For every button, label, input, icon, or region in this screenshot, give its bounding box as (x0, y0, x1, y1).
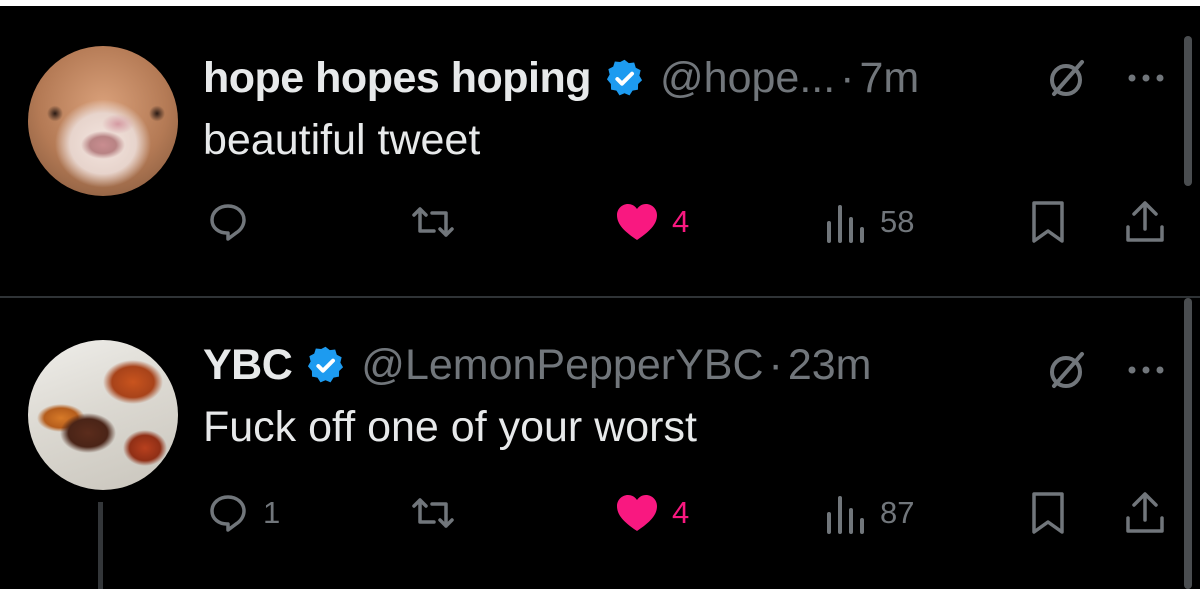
tweet-text: Fuck off one of your worst (203, 403, 697, 451)
heart-icon (617, 204, 657, 240)
retweet-button[interactable] (410, 483, 468, 543)
reply-button[interactable] (205, 192, 263, 252)
like-count: 4 (672, 495, 690, 530)
separator-dot: · (840, 53, 855, 102)
tweet-header: YBC @LemonPepperYBC · 23m (203, 335, 871, 395)
views-count: 58 (880, 204, 915, 239)
views-button[interactable]: 87 (822, 483, 914, 543)
timestamp[interactable]: 7m (860, 54, 920, 103)
avatar[interactable] (28, 46, 178, 196)
heart-icon (617, 495, 657, 531)
like-button[interactable]: 4 (614, 192, 689, 252)
verified-badge-icon (606, 59, 643, 95)
bookmark-button[interactable] (1025, 483, 1071, 543)
separator-dot: · (768, 340, 783, 389)
like-button[interactable]: 4 (614, 483, 689, 543)
tweet-header: hope hopes hoping @hope... · 7m (203, 48, 919, 108)
views-button[interactable]: 58 (822, 192, 914, 252)
timeline: hope hopes hoping @hope... · 7m beautifu… (0, 6, 1200, 589)
share-icon (1126, 492, 1164, 533)
grok-icon[interactable] (1044, 346, 1092, 394)
display-name[interactable]: YBC (203, 341, 293, 390)
verified-badge-icon (308, 346, 344, 382)
share-icon (1126, 201, 1164, 242)
share-button[interactable] (1122, 483, 1168, 543)
display-name[interactable]: hope hopes hoping (203, 54, 592, 103)
reply-icon (210, 204, 246, 241)
like-count: 4 (672, 204, 690, 239)
scrollbar[interactable] (1184, 298, 1192, 589)
avatar[interactable] (28, 340, 178, 490)
views-icon (827, 496, 864, 534)
scrollbar[interactable] (1184, 36, 1192, 186)
share-button[interactable] (1122, 192, 1168, 252)
bookmark-icon (1032, 201, 1064, 243)
reply-button[interactable]: 1 (205, 483, 280, 543)
user-handle[interactable]: @hope... (660, 54, 835, 103)
retweet-icon (412, 498, 454, 528)
retweet-icon (412, 207, 454, 237)
action-bar: 4 58 (0, 192, 1200, 252)
bookmark-icon (1032, 492, 1064, 534)
reply-icon (210, 495, 246, 532)
action-bar: 1 4 87 (0, 483, 1200, 543)
tweet-text: beautiful tweet (203, 116, 481, 164)
views-icon (827, 205, 864, 243)
more-options-icon[interactable] (1124, 358, 1168, 382)
tweet[interactable]: YBC @LemonPepperYBC · 23m Fuck off one o… (0, 298, 1200, 589)
more-options-icon[interactable] (1124, 66, 1168, 90)
bookmark-button[interactable] (1025, 192, 1071, 252)
views-count: 87 (880, 495, 915, 530)
thread-line (98, 502, 103, 589)
tweet[interactable]: hope hopes hoping @hope... · 7m beautifu… (0, 6, 1200, 297)
grok-icon[interactable] (1044, 54, 1092, 102)
retweet-button[interactable] (410, 192, 468, 252)
user-handle[interactable]: @LemonPepperYBC (361, 341, 763, 390)
timestamp[interactable]: 23m (788, 341, 872, 390)
reply-count: 1 (263, 495, 281, 530)
